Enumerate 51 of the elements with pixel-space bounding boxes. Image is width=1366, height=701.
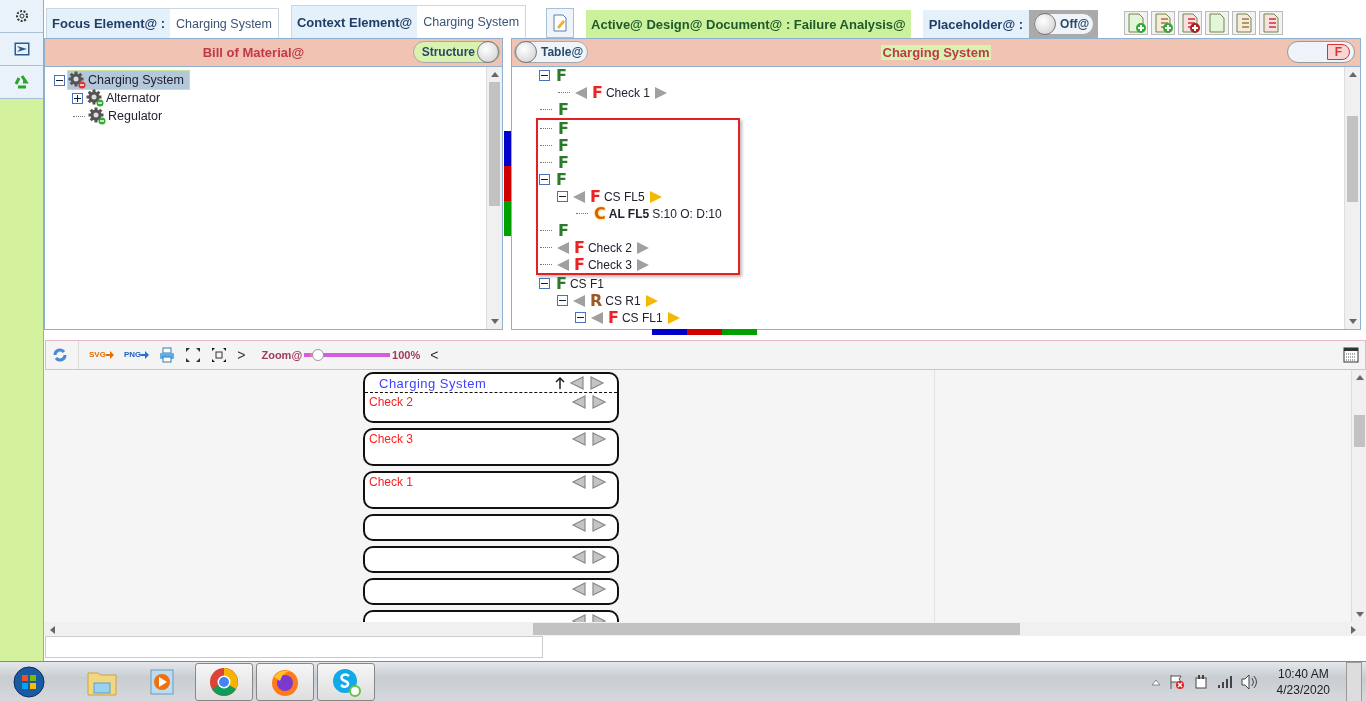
failure-marker: F — [590, 187, 601, 206]
function-marker: F — [558, 119, 569, 138]
zoom-label: Zoom@ — [261, 349, 303, 361]
function-marker: F — [558, 136, 569, 155]
view-toggle[interactable]: Structure — [412, 41, 500, 63]
function-marker: F — [556, 274, 567, 293]
failure-marker: F — [574, 255, 585, 274]
panel-title: Charging System — [880, 45, 992, 60]
context-element-label: Context Element@ — [291, 6, 418, 38]
node-label[interactable]: Check 3 — [587, 257, 632, 272]
clock-date: 4/23/2020 — [1276, 681, 1330, 698]
card-label: Check 3 — [369, 432, 415, 446]
function-marker: F — [558, 100, 569, 119]
focus-element-label: Focus Element@ : — [47, 9, 171, 38]
diagram-card[interactable]: Check 1 — [363, 471, 619, 509]
zoom-value: 100% — [392, 349, 421, 361]
view-toggle[interactable]: Table@ — [514, 41, 589, 63]
requirement-marker: R — [590, 291, 603, 310]
tree-item[interactable]: Charging System — [68, 71, 189, 89]
placeholder-label: Placeholder@ : — [922, 10, 1030, 38]
node-label[interactable]: CS R1 — [605, 293, 641, 308]
cause-marker: C — [594, 204, 606, 223]
function-marker: F — [556, 170, 567, 189]
node-label[interactable]: CS FL1 — [621, 310, 663, 325]
diagram-card[interactable]: Check 3 — [363, 428, 619, 466]
function-marker: F — [558, 221, 569, 240]
expand-toolbar-button[interactable]: > — [237, 347, 246, 363]
panel-title: Bill of Material@ — [202, 45, 305, 60]
failure-marker: F — [574, 238, 585, 257]
clock[interactable]: 10:40 AM 4/23/2020 — [1276, 665, 1330, 698]
tree-item[interactable]: Alternator — [86, 89, 166, 107]
failure-marker: F — [608, 308, 619, 327]
node-label[interactable]: Check 2 — [587, 240, 632, 255]
tree-item[interactable]: Regulator — [88, 107, 168, 125]
clock-time: 10:40 AM — [1277, 665, 1329, 682]
function-marker: F — [558, 153, 569, 172]
node-label[interactable]: CS F1 — [569, 276, 604, 291]
failure-marker: F — [592, 83, 603, 102]
function-marker: F — [556, 67, 567, 85]
card-label: Check 2 — [369, 395, 415, 409]
png-export-button[interactable]: PNG — [123, 351, 150, 359]
view-toggle[interactable]: Off@ — [1033, 13, 1095, 35]
collapse-toolbar-button[interactable]: < — [430, 347, 439, 363]
card-label: Check 1 — [369, 475, 415, 489]
card-title: Charging System — [379, 375, 488, 391]
node-label[interactable]: AL FL5 — [608, 206, 650, 221]
node-label[interactable]: Check 1 — [605, 85, 650, 100]
diagram-card[interactable]: Charging System Check 2 — [363, 372, 619, 423]
node-label[interactable]: CS FL5 — [603, 189, 645, 204]
rating-text: S:10 O: D:10 — [652, 206, 722, 221]
active-document-label: Active@ Design@ Document@ : Failure Analysis@ — [586, 10, 911, 38]
